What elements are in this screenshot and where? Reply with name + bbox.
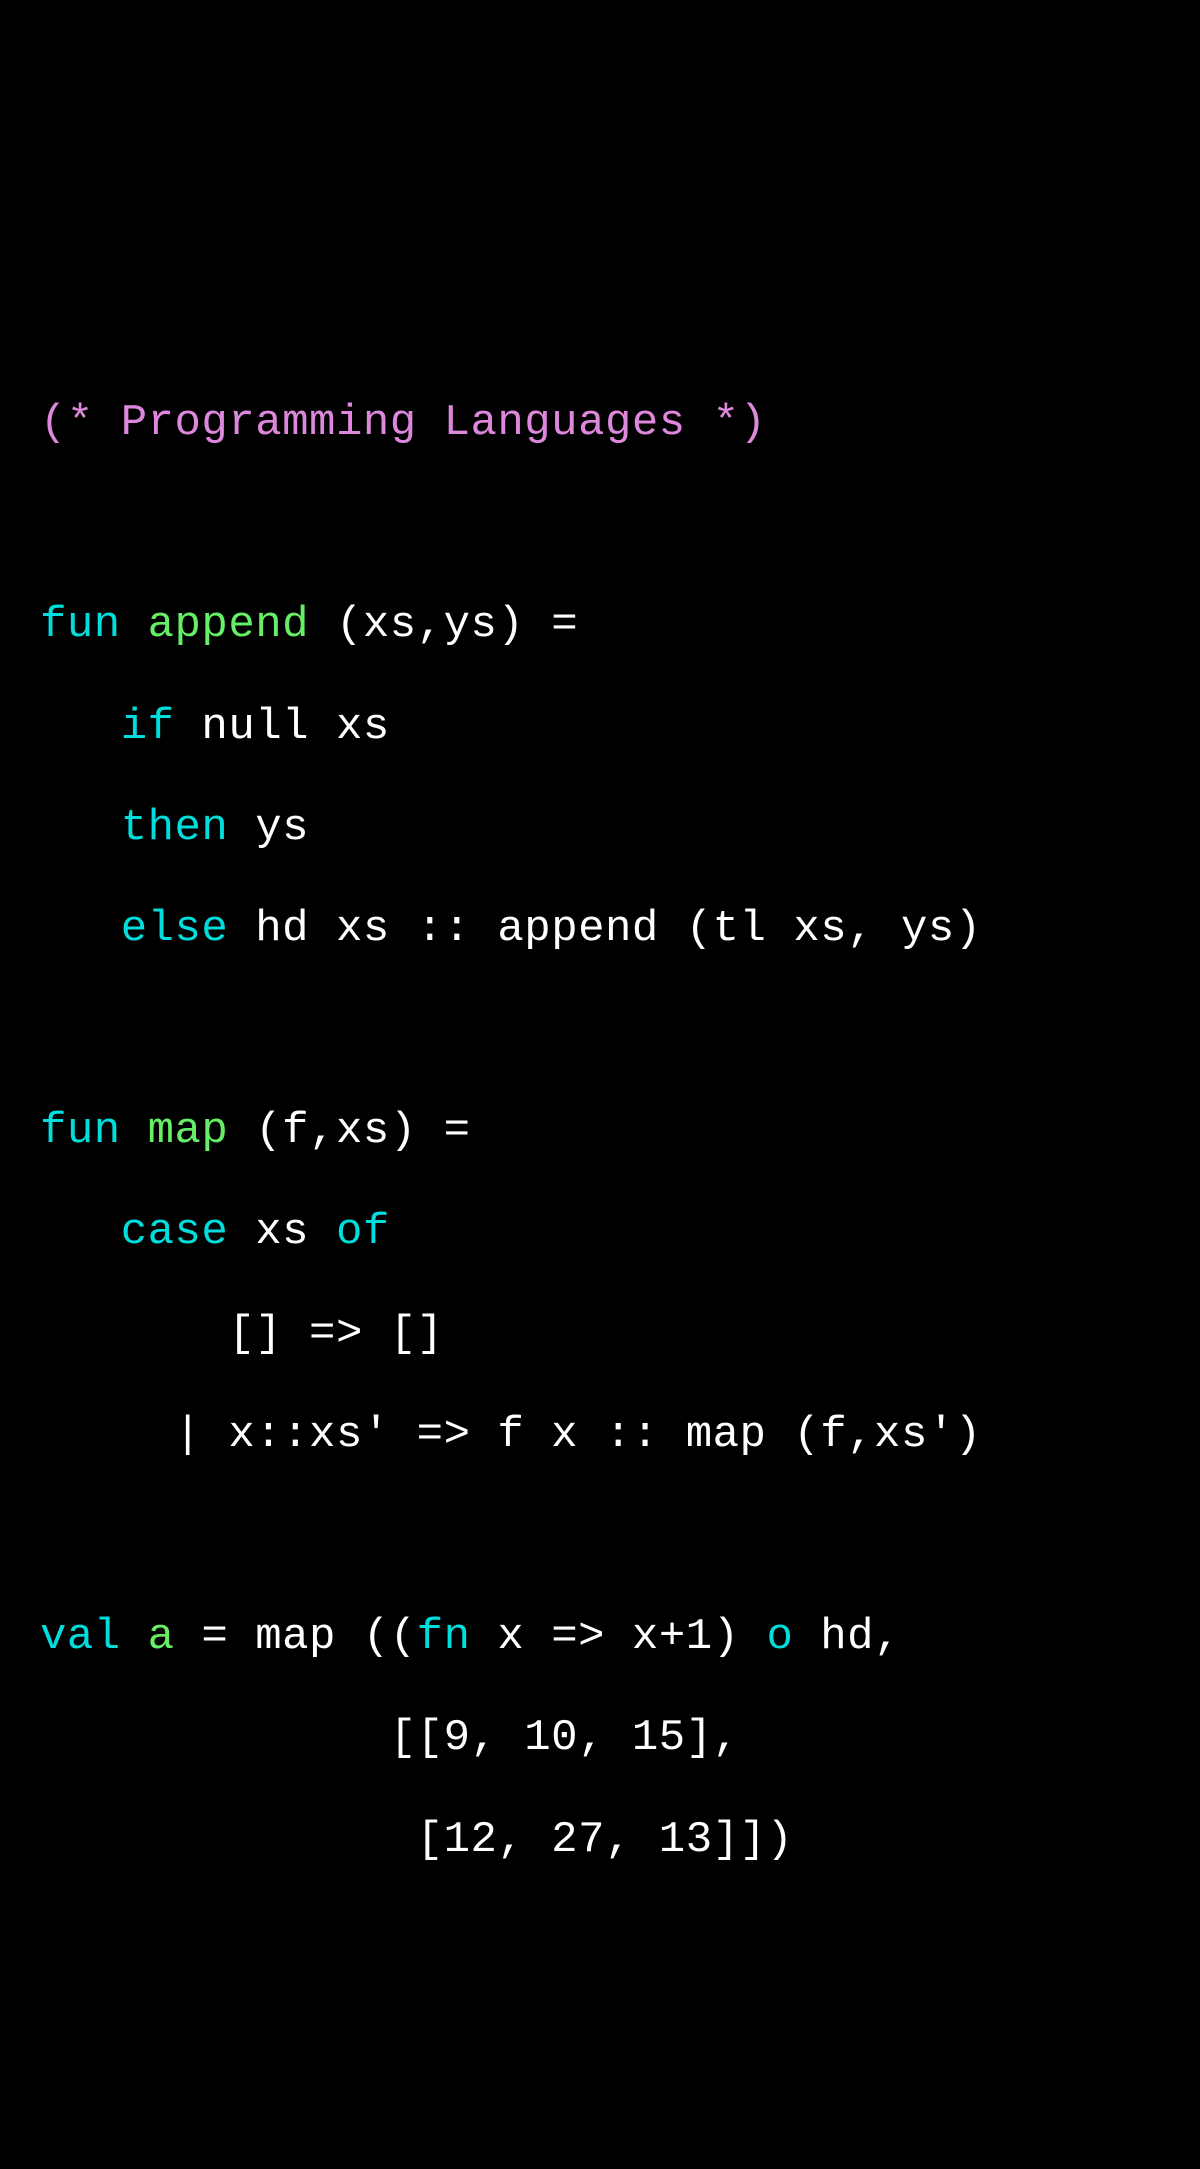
code-text: hd xs :: append (tl xs, ys) (228, 904, 981, 954)
code-text: = map (( (175, 1612, 417, 1662)
code-line-13: val a = map ((fn x => x+1) o hd, (40, 1612, 1160, 1663)
code-line-9: case xs of (40, 1207, 1160, 1258)
code-line-14: [[9, 10, 15], (40, 1713, 1160, 1764)
code-text: [] => [] (40, 1309, 444, 1359)
code-line-6: else hd xs :: append (tl xs, ys) (40, 904, 1160, 955)
code-text: (f,xs) = (228, 1106, 470, 1156)
code-text: [12, 27, 13]]) (40, 1815, 793, 1865)
indent (40, 803, 121, 853)
code-text: ys (228, 803, 309, 853)
keyword-then: then (121, 803, 229, 853)
indent (40, 702, 121, 752)
keyword-fn: fn (417, 1612, 471, 1662)
keyword-fun: fun (40, 1106, 121, 1156)
code-line-4: if null xs (40, 702, 1160, 753)
code-line-15: [12, 27, 13]]) (40, 1815, 1160, 1866)
code-text: hd, (793, 1612, 901, 1662)
code-line-1: (* Programming Languages *) (40, 398, 1160, 449)
code-text (121, 1612, 148, 1662)
indent (40, 904, 121, 954)
keyword-if: if (121, 702, 175, 752)
code-text: | x::xs' => f x :: map (f,xs') (40, 1410, 982, 1460)
code-text: (xs,ys) = (309, 600, 578, 650)
code-line-10: [] => [] (40, 1309, 1160, 1360)
keyword-case: case (121, 1207, 229, 1257)
code-line-11: | x::xs' => f x :: map (f,xs') (40, 1410, 1160, 1461)
code-line-3: fun append (xs,ys) = (40, 600, 1160, 651)
indent (40, 1207, 121, 1257)
code-text: null xs (175, 702, 390, 752)
code-text: xs (228, 1207, 336, 1257)
keyword-val: val (40, 1612, 121, 1662)
function-name-append: append (148, 600, 309, 650)
code-line-8: fun map (f,xs) = (40, 1106, 1160, 1157)
keyword-fun: fun (40, 600, 121, 650)
code-text: [[9, 10, 15], (40, 1713, 740, 1763)
blank-line (40, 1511, 1160, 1562)
code-line-5: then ys (40, 803, 1160, 854)
function-name-map: map (148, 1106, 229, 1156)
keyword-o: o (766, 1612, 793, 1662)
keyword-else: else (121, 904, 229, 954)
code-text: x => x+1) (470, 1612, 766, 1662)
variable-name-a: a (148, 1612, 175, 1662)
blank-line (40, 499, 1160, 550)
code-block: (* Programming Languages *) fun append (… (40, 347, 1160, 1915)
blank-line (40, 1005, 1160, 1056)
comment-text: (* Programming Languages *) (40, 398, 766, 448)
keyword-of: of (336, 1207, 390, 1257)
